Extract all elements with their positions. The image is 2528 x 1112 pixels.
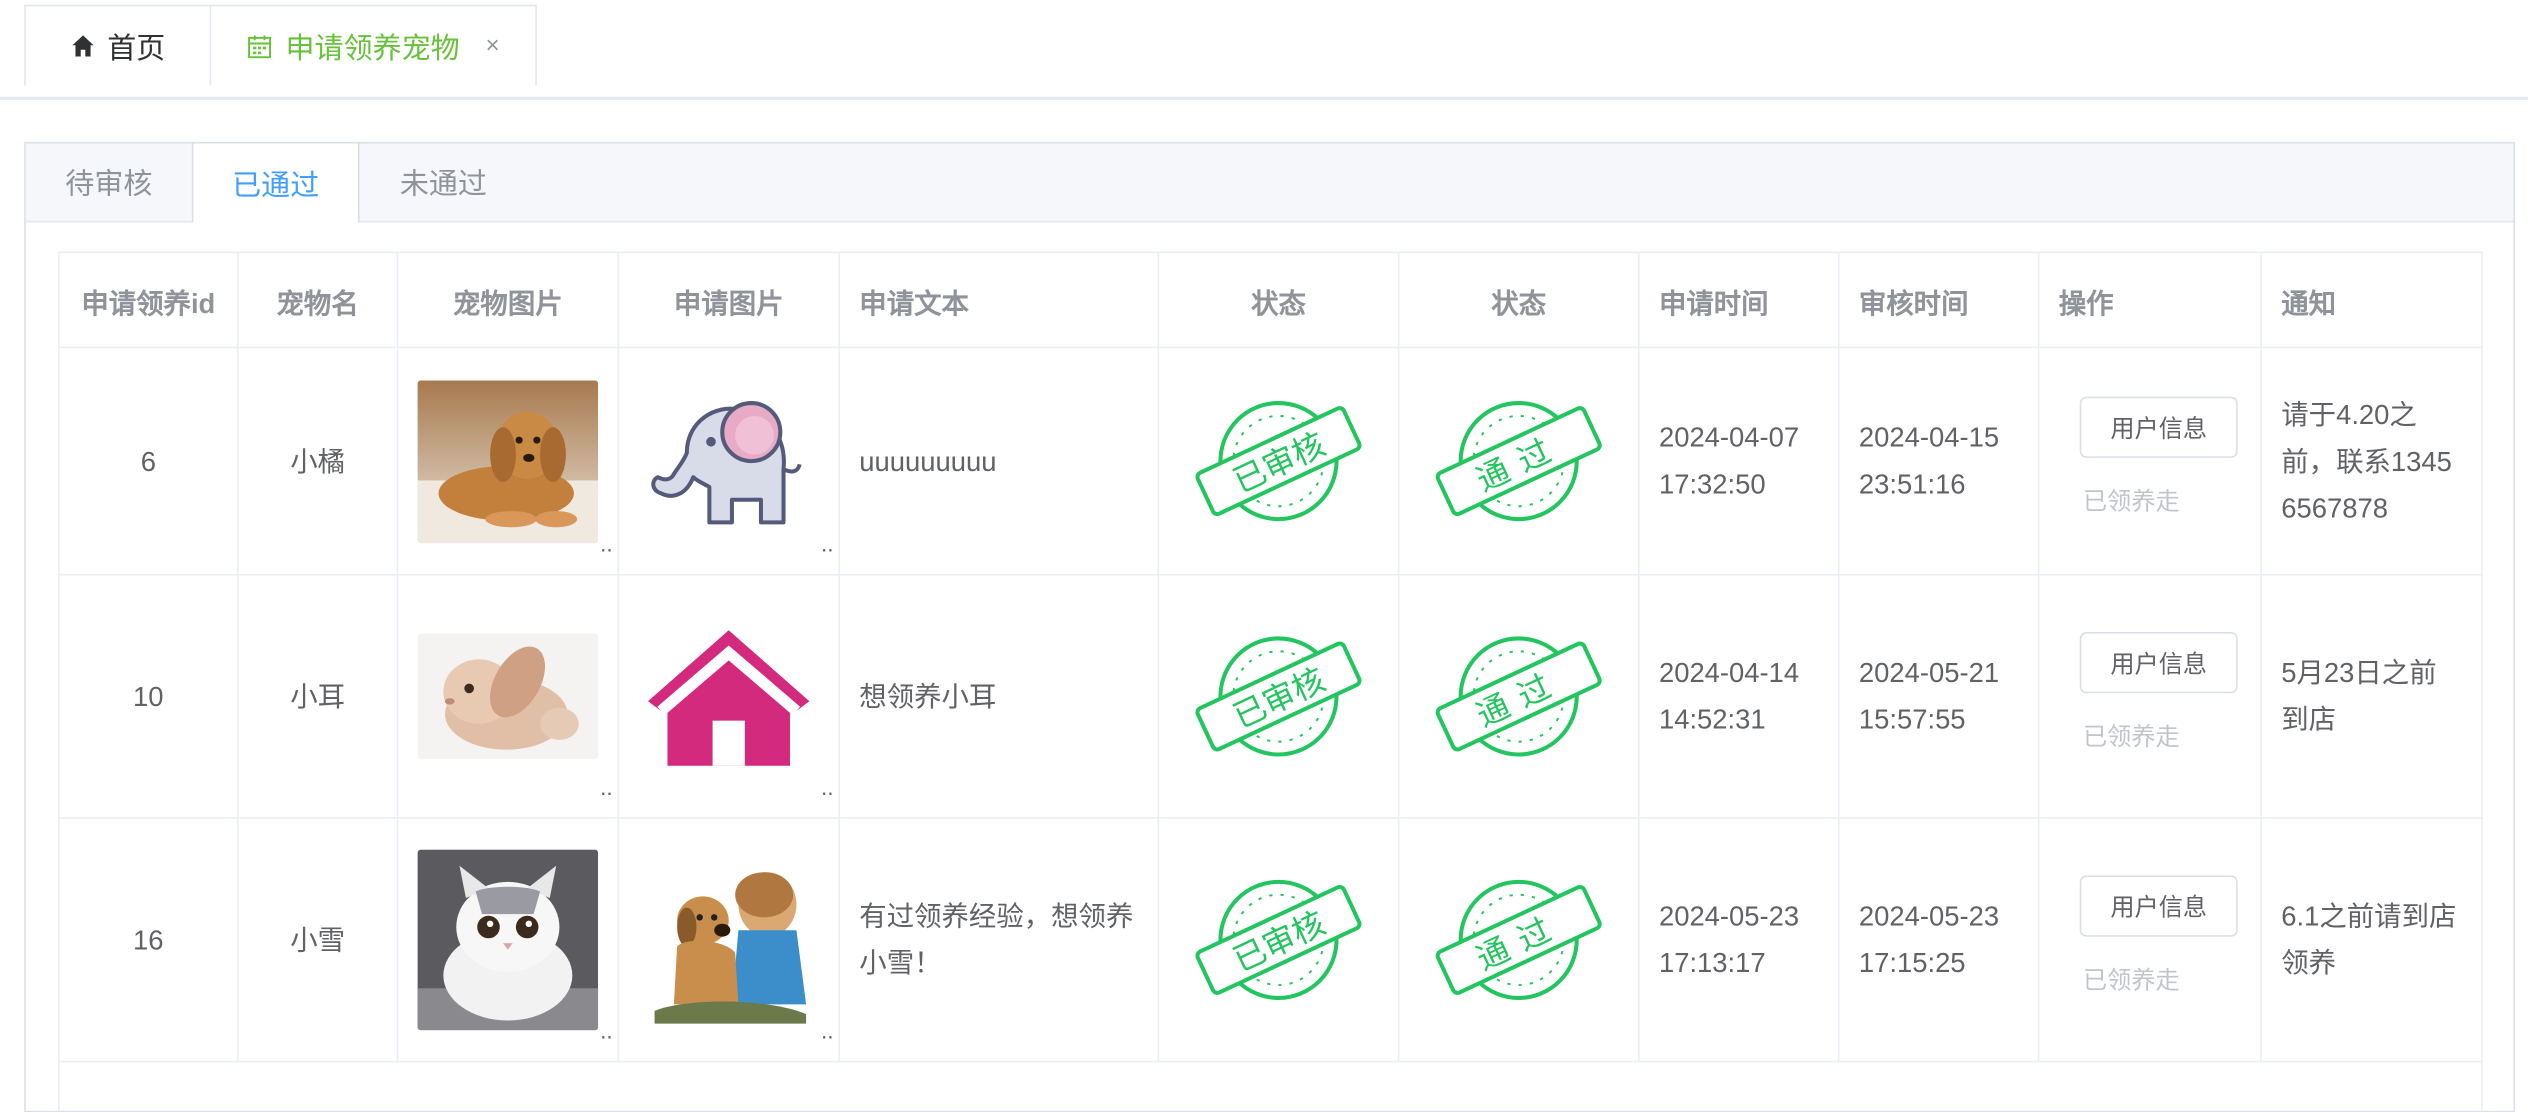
kid-with-dog-photo (638, 856, 819, 1024)
cell-pet-image: .. (396, 573, 620, 819)
col-header-pet-name: 宠物名 (236, 251, 399, 349)
cell-review-time: 2024-05-21 15:57:55 (1837, 573, 2040, 819)
tab-pending[interactable]: 待审核 (26, 143, 192, 220)
reviewed-stamp: 已审核 (1195, 401, 1362, 522)
cell-id: 16 (58, 817, 239, 1063)
page-tab-adoption[interactable]: 申请领养宠物 × (209, 4, 537, 86)
reviewed-stamp: 已审核 (1195, 636, 1362, 757)
tab-rejected[interactable]: 未通过 (360, 143, 528, 220)
adoption-card: 待审核 已通过 未通过 申请领养id 宠物名 宠物图片 申请图片 申请文本 状态… (24, 141, 2516, 1112)
col-header-status-2: 状态 (1397, 251, 1640, 349)
cell-notice: 请于4.20之前，联系13456567878 (2260, 346, 2483, 576)
cell-apply-text: 有过领养经验，想领养小雪！ (838, 817, 1160, 1063)
cell-apply-time: 2024-04-07 17:32:50 (1637, 346, 1840, 576)
col-header-notice: 通知 (2260, 251, 2483, 349)
house-icon (648, 629, 810, 765)
passed-stamp: 通过 (1435, 401, 1602, 522)
cell-apply-image: .. (617, 346, 840, 576)
user-info-button[interactable]: 用户信息 (2079, 396, 2238, 458)
col-header-id: 申请领养id (58, 251, 239, 349)
cell-apply-image: .. (617, 817, 840, 1063)
page-tab-bar: 首页 申请领养宠物 × (0, 0, 2528, 100)
status-tabs: 待审核 已通过 未通过 (25, 143, 2514, 223)
cell-notice: 5月23日之前到店 (2260, 573, 2483, 819)
cell-action: 用户信息 已领养走 (2037, 573, 2262, 819)
user-info-button[interactable]: 用户信息 (2079, 875, 2238, 937)
table-row: 16 小雪 .. .. 有过领养经验，想领养小雪！ 已审核 通过 2024-05… (58, 817, 2483, 1063)
adoption-table: 申请领养id 宠物名 宠物图片 申请图片 申请文本 状态 状态 申请时间 审核时… (58, 251, 2483, 1110)
cell-pet-name: 小耳 (236, 573, 399, 819)
table-header-row: 申请领养id 宠物名 宠物图片 申请图片 申请文本 状态 状态 申请时间 审核时… (58, 251, 2483, 349)
home-icon (70, 34, 94, 58)
cell-apply-text: 想领养小耳 (838, 573, 1160, 819)
table-row-empty (58, 1060, 2483, 1110)
close-icon[interactable]: × (485, 32, 499, 59)
cat-photo (417, 849, 599, 1031)
reviewed-stamp: 已审核 (1195, 879, 1362, 1000)
cell-apply-time: 2024-05-23 17:13:17 (1637, 817, 1840, 1063)
col-header-pet-image: 宠物图片 (396, 251, 620, 349)
table-row: 10 小耳 .. .. 想领养小耳 已审核 通过 2024-04-14 14:5… (58, 573, 2483, 819)
cell-id: 6 (58, 346, 239, 576)
cell-id: 10 (58, 573, 239, 819)
user-info-button[interactable]: 用户信息 (2079, 631, 2238, 694)
calendar-icon (247, 33, 273, 59)
table-row: 6 小橘 .. .. uuuuuuuuu 已审核 通过 2024-04-07 1… (58, 346, 2483, 576)
cell-pet-name: 小橘 (236, 346, 399, 576)
adopted-label: 已领养走 (2082, 488, 2180, 516)
cell-action: 用户信息 已领养走 (2037, 346, 2262, 576)
cell-apply-text: uuuuuuuuu (838, 346, 1160, 576)
cell-apply-image: .. (617, 573, 840, 819)
page-tab-home[interactable]: 首页 (24, 4, 212, 86)
tab-approved[interactable]: 已通过 (191, 143, 360, 223)
page-tab-adoption-label: 申请领养宠物 (285, 31, 460, 64)
passed-stamp: 通过 (1435, 636, 1602, 757)
cell-review-time: 2024-04-15 23:51:16 (1837, 346, 2040, 576)
col-header-action: 操作 (2037, 251, 2262, 349)
cell-action: 用户信息 已领养走 (2037, 817, 2262, 1063)
col-header-status: 状态 (1157, 251, 1400, 349)
col-header-review-time: 审核时间 (1837, 251, 2040, 349)
cell-pet-image: .. (396, 817, 620, 1063)
cell-status-reviewed: 已审核 (1157, 346, 1400, 576)
adopted-label: 已领养走 (2082, 723, 2180, 752)
puppy-photo (417, 379, 599, 543)
col-header-apply-text: 申请文本 (838, 251, 1160, 349)
cell-status-reviewed: 已审核 (1157, 817, 1400, 1063)
cell-notice: 6.1之前请到店领养 (2260, 817, 2483, 1063)
col-header-apply-time: 申请时间 (1637, 251, 1840, 349)
adopted-label: 已领养走 (2082, 967, 2180, 995)
cell-status-passed: 通过 (1397, 346, 1640, 576)
col-header-apply-image: 申请图片 (617, 251, 840, 349)
cell-status-passed: 通过 (1397, 573, 1640, 819)
cell-status-passed: 通过 (1397, 817, 1640, 1063)
cell-status-reviewed: 已审核 (1157, 573, 1400, 819)
cell-review-time: 2024-05-23 17:15:25 (1837, 817, 2040, 1063)
rabbit-photo (417, 633, 599, 760)
passed-stamp: 通过 (1435, 879, 1602, 1000)
elephant-icon (651, 400, 802, 524)
cell-pet-image: .. (396, 346, 620, 576)
page-tab-home-label: 首页 (107, 31, 166, 64)
cell-apply-time: 2024-04-14 14:52:31 (1637, 573, 1840, 819)
cell-pet-name: 小雪 (236, 817, 399, 1063)
